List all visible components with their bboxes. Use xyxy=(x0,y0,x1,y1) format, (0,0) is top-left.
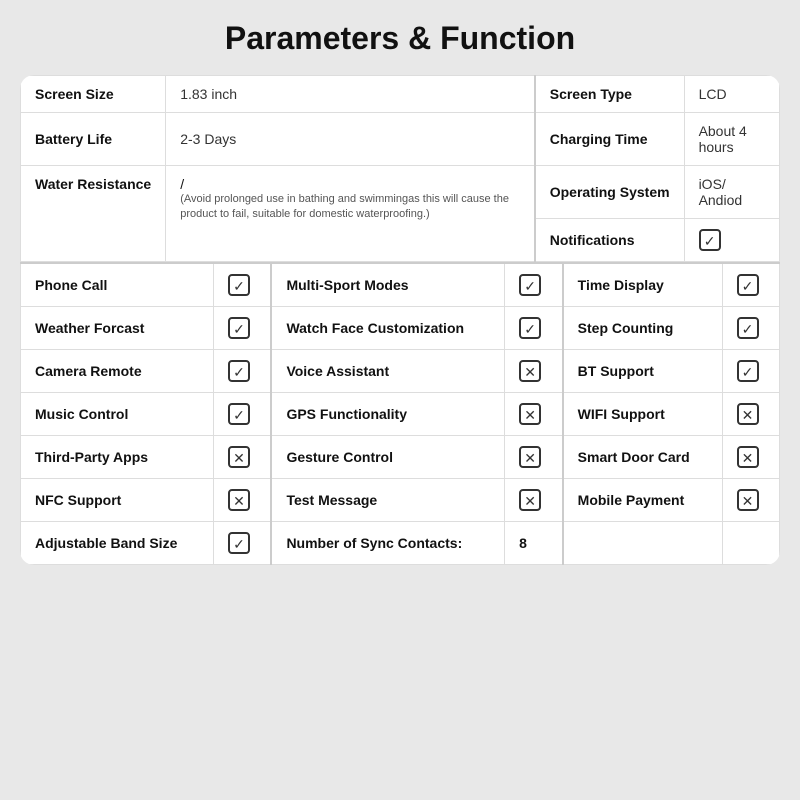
feature-col1-label: Phone Call xyxy=(21,263,214,307)
spec-row-screen: Screen Size 1.83 inch Screen Type LCD xyxy=(21,76,780,113)
check-no-icon: ✕ xyxy=(519,489,541,511)
card: Screen Size 1.83 inch Screen Type LCD Ba… xyxy=(20,75,780,565)
check-no-icon: ✕ xyxy=(737,446,759,468)
check-yes-icon: ✓ xyxy=(737,360,759,382)
spec-row-battery: Battery Life 2-3 Days Charging Time Abou… xyxy=(21,113,780,166)
params-table: Screen Size 1.83 inch Screen Type LCD Ba… xyxy=(20,75,780,262)
feature-col2-check: ✕ xyxy=(505,436,563,479)
features-table: Phone Call ✓ Multi-Sport Modes ✓ Time Displa… xyxy=(20,262,780,565)
check-yes-icon: ✓ xyxy=(228,403,250,425)
check-yes-icon: ✓ xyxy=(519,317,541,339)
page: Parameters & Function Screen Size 1.83 i… xyxy=(0,0,800,800)
notifications-label: Notifications xyxy=(535,219,684,262)
charging-time-value: About 4 hours xyxy=(684,113,779,166)
feature-row: Adjustable Band Size ✓ Number of Sync Cont… xyxy=(21,522,780,565)
feature-col2-label: GPS Functionality xyxy=(271,393,504,436)
feature-row: Third-Party Apps ✕ Gesture Control ✕ Smart D… xyxy=(21,436,780,479)
page-title: Parameters & Function xyxy=(20,20,780,57)
feature-row: Music Control ✓ GPS Functionality ✕ WIFI Sup… xyxy=(21,393,780,436)
operating-system-label: Operating System xyxy=(535,166,684,219)
check-yes-icon: ✓ xyxy=(519,274,541,296)
check-no-icon: ✕ xyxy=(228,489,250,511)
water-resistance-value: / (Avoid prolonged use in bathing and sw… xyxy=(166,166,535,262)
check-yes-icon: ✓ xyxy=(228,274,250,296)
feature-col3-check: ✓ xyxy=(722,350,779,393)
battery-life-value: 2-3 Days xyxy=(166,113,535,166)
check-no-icon: ✕ xyxy=(519,403,541,425)
feature-col3-label: WIFI Support xyxy=(563,393,722,436)
feature-col2-check: 8 xyxy=(505,522,563,565)
feature-col1-label: Adjustable Band Size xyxy=(21,522,214,565)
feature-col1-label: Third-Party Apps xyxy=(21,436,214,479)
feature-col2-label: Voice Assistant xyxy=(271,350,504,393)
feature-col3-label xyxy=(563,522,722,565)
check-no-icon: ✕ xyxy=(737,489,759,511)
water-resistance-label: Water Resistance xyxy=(21,166,166,262)
feature-col2-label: Number of Sync Contacts: xyxy=(271,522,504,565)
feature-row: Phone Call ✓ Multi-Sport Modes ✓ Time Displa… xyxy=(21,263,780,307)
feature-col2-check: ✕ xyxy=(505,350,563,393)
feature-col2-check: ✓ xyxy=(505,263,563,307)
feature-row: Camera Remote ✓ Voice Assistant ✕ BT Support… xyxy=(21,350,780,393)
feature-col2-check: ✕ xyxy=(505,393,563,436)
feature-col3-label: Smart Door Card xyxy=(563,436,722,479)
feature-col1-check: ✓ xyxy=(213,263,271,307)
feature-col1-check: ✕ xyxy=(213,436,271,479)
feature-row: Weather Forcast ✓ Watch Face Customization… xyxy=(21,307,780,350)
feature-col2-check: ✕ xyxy=(505,479,563,522)
feature-col2-label: Gesture Control xyxy=(271,436,504,479)
feature-col3-check: ✓ xyxy=(722,307,779,350)
feature-col3-label: Time Display xyxy=(563,263,722,307)
check-no-icon: ✕ xyxy=(519,446,541,468)
feature-col1-check: ✓ xyxy=(213,393,271,436)
feature-col3-check: ✕ xyxy=(722,479,779,522)
feature-col2-label: Watch Face Customization xyxy=(271,307,504,350)
feature-col1-check: ✕ xyxy=(213,479,271,522)
feature-col3-label: Step Counting xyxy=(563,307,722,350)
operating-system-value: iOS/ Andiod xyxy=(684,166,779,219)
feature-col3-check: ✕ xyxy=(722,436,779,479)
check-no-icon: ✕ xyxy=(737,403,759,425)
battery-life-label: Battery Life xyxy=(21,113,166,166)
feature-col3-label: BT Support xyxy=(563,350,722,393)
screen-size-value: 1.83 inch xyxy=(166,76,535,113)
check-yes-icon: ✓ xyxy=(228,532,250,554)
water-note: (Avoid prolonged use in bathing and swim… xyxy=(180,192,520,223)
feature-col2-check: ✓ xyxy=(505,307,563,350)
notifications-check-icon: ✓ xyxy=(699,229,721,251)
feature-col3-check xyxy=(722,522,779,565)
feature-col1-check: ✓ xyxy=(213,307,271,350)
check-no-icon: ✕ xyxy=(228,446,250,468)
feature-col1-check: ✓ xyxy=(213,350,271,393)
feature-col1-label: Music Control xyxy=(21,393,214,436)
screen-type-label: Screen Type xyxy=(535,76,684,113)
check-yes-icon: ✓ xyxy=(737,274,759,296)
feature-col3-label: Mobile Payment xyxy=(563,479,722,522)
feature-col1-label: Weather Forcast xyxy=(21,307,214,350)
notifications-check: ✓ xyxy=(684,219,779,262)
feature-col3-check: ✕ xyxy=(722,393,779,436)
charging-time-label: Charging Time xyxy=(535,113,684,166)
feature-col2-label: Test Message xyxy=(271,479,504,522)
feature-row: NFC Support ✕ Test Message ✕ Mobile Payment ✕ xyxy=(21,479,780,522)
check-no-icon: ✕ xyxy=(519,360,541,382)
check-yes-icon: ✓ xyxy=(228,360,250,382)
check-yes-icon: ✓ xyxy=(737,317,759,339)
feature-col2-label: Multi-Sport Modes xyxy=(271,263,504,307)
feature-col1-label: Camera Remote xyxy=(21,350,214,393)
feature-col3-check: ✓ xyxy=(722,263,779,307)
spec-row-water: Water Resistance / (Avoid prolonged use … xyxy=(21,166,780,219)
screen-size-label: Screen Size xyxy=(21,76,166,113)
feature-col1-label: NFC Support xyxy=(21,479,214,522)
check-yes-icon: ✓ xyxy=(228,317,250,339)
feature-col1-check: ✓ xyxy=(213,522,271,565)
screen-type-value: LCD xyxy=(684,76,779,113)
